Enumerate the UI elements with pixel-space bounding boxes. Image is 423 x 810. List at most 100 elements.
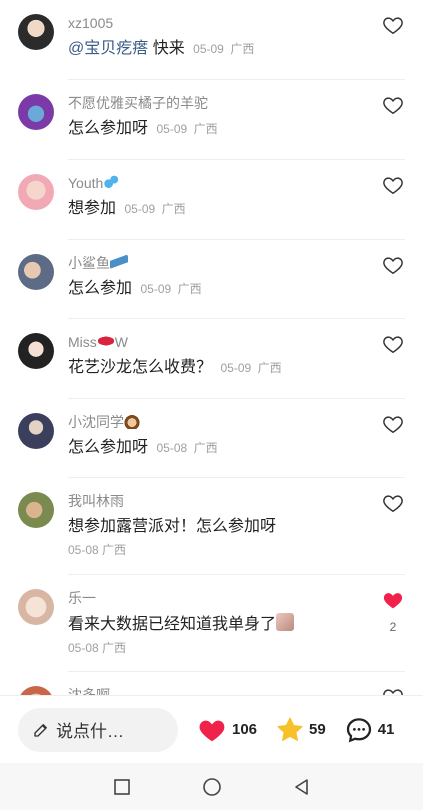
like-button[interactable] [381, 94, 405, 121]
system-navigation-bar [0, 763, 423, 810]
avatar[interactable] [18, 174, 54, 210]
pencil-icon [34, 723, 47, 737]
comment-author[interactable]: xz1005 [68, 14, 365, 32]
comment-region: 广西 [193, 441, 218, 455]
square-icon [113, 778, 130, 795]
avatar[interactable] [18, 413, 54, 449]
comment-region: 广西 [102, 543, 127, 557]
circle-icon [202, 777, 221, 796]
comment-text-body: 怎么参加 [68, 280, 133, 297]
comment-author[interactable]: 沈多啊 [68, 686, 365, 695]
comment-text: @宝贝疙瘩 快来 05-09 广西 [68, 38, 365, 60]
bottom-action-bar: 说点什… 106 59 41 [0, 695, 423, 763]
avatar[interactable] [18, 589, 54, 625]
comment-author[interactable]: 小鲨鱼 [68, 254, 365, 272]
comment-text: 想参加 05-09 广西 [68, 198, 365, 220]
comment-region: 广西 [230, 42, 255, 56]
comment-item: 小鲨鱼 怎么参加 05-09 广西 [0, 240, 423, 319]
like-button[interactable] [381, 413, 405, 440]
comment-text-body: 花艺沙龙怎么收费？ [68, 359, 213, 376]
comment-date: 05-08 [156, 441, 188, 455]
like-post-button[interactable]: 106 [196, 715, 257, 745]
comment-author[interactable]: 不愿优雅买橘子的羊驼 [68, 94, 365, 112]
heart-outline-icon [383, 416, 403, 434]
comment-item: 小沈同学 怎么参加呀 05-08 广西 [0, 399, 423, 478]
avatar[interactable] [18, 333, 54, 369]
avatar[interactable] [18, 492, 54, 528]
comment-button[interactable]: 41 [344, 715, 394, 745]
heart-filled-icon [199, 720, 225, 741]
comment-input[interactable]: 说点什… [18, 707, 178, 752]
comment-item: Miss W 花艺沙龙怎么收费？ 05-09 广西 [0, 319, 423, 399]
comment-region: 广西 [102, 641, 127, 655]
comment-text: 看来大数据已经知道我单身了 [68, 613, 365, 636]
comment-author[interactable]: 我叫林雨 [68, 492, 365, 510]
avatar[interactable] [18, 254, 54, 290]
comment-region: 广西 [161, 202, 186, 216]
recent-apps-button[interactable] [77, 778, 167, 796]
comment-list[interactable]: xz1005 @宝贝疙瘩 快来 05-09 广西 不愿优雅买橘子的羊驼 怎么参加… [0, 0, 423, 695]
comment-text: 花艺沙龙怎么收费？ 05-09 广西 [68, 357, 365, 379]
heart-outline-icon [383, 495, 403, 513]
author-name-text: 小鲨鱼 [68, 255, 110, 271]
comment-author[interactable]: Youth [68, 174, 365, 192]
heart-filled-icon [383, 593, 403, 609]
heart-outline-icon [383, 97, 403, 115]
home-button[interactable] [167, 777, 257, 797]
heart-outline-icon [383, 336, 403, 354]
comment-author[interactable]: Miss W [68, 333, 365, 351]
author-name-text: Youth [68, 175, 104, 191]
like-button[interactable] [381, 14, 405, 41]
avatar[interactable] [18, 94, 54, 130]
comment-item: xz1005 @宝贝疙瘩 快来 05-09 广西 [0, 0, 423, 80]
back-button[interactable] [257, 778, 347, 796]
comment-text-body: 怎么参加呀 [68, 439, 149, 456]
heart-outline-icon [383, 689, 403, 695]
comment-input-placeholder: 说点什… [56, 722, 124, 741]
comment-date: 05-09 [193, 42, 224, 56]
comment-author[interactable]: 乐一 [68, 589, 365, 607]
comment-item: 我叫林雨 想参加露营派对！怎么参加呀 05-08 广西 [0, 478, 423, 575]
mention-link[interactable]: @宝贝疙瘩 [68, 40, 148, 57]
shark-emoji-icon [110, 254, 128, 270]
avatar[interactable] [18, 14, 54, 50]
comment-date: 05-09 [140, 282, 172, 296]
star-filled-icon [277, 717, 303, 741]
comment-text-body: 看来大数据已经知道我单身了 [68, 616, 277, 633]
heart-outline-icon [383, 257, 403, 275]
back-triangle-icon [294, 778, 308, 795]
comment-author[interactable]: 小沈同学 [68, 413, 365, 431]
favorite-count: 59 [309, 721, 326, 738]
comment-date: 05-09 [156, 122, 188, 136]
comment-date: 05-08 [68, 641, 99, 655]
comment-meta: 05-08 广西 [68, 640, 365, 656]
comment-item: 不愿优雅买橘子的羊驼 怎么参加呀 05-09 广西 [0, 80, 423, 160]
author-name-text: Miss [68, 334, 97, 350]
like-button[interactable] [381, 492, 405, 519]
comment-date: 05-09 [220, 361, 252, 375]
comment-date: 05-09 [124, 202, 156, 216]
comment-text-body: 想参加 [68, 200, 117, 217]
like-button[interactable] [381, 686, 405, 695]
comment-region: 广西 [257, 361, 282, 375]
lips-emoji-icon [96, 333, 115, 349]
author-name-text: 小沈同学 [68, 414, 124, 430]
sticker-emoji-icon [276, 613, 295, 631]
like-button[interactable] [381, 174, 405, 201]
avatar[interactable] [18, 686, 54, 695]
like-button[interactable]: 2 [381, 589, 405, 634]
comment-region: 广西 [177, 282, 202, 296]
comment-item: 沈多啊 [0, 672, 423, 695]
droplets-emoji-icon [103, 174, 120, 190]
heart-outline-icon [383, 177, 403, 195]
like-button[interactable] [381, 254, 405, 281]
comment-text-body: 怎么参加呀 [68, 120, 149, 137]
heart-outline-icon [383, 17, 403, 35]
like-count: 2 [389, 620, 397, 634]
comment-meta: 05-08 广西 [68, 542, 365, 558]
comment-text: 怎么参加呀 05-09 广西 [68, 118, 365, 140]
favorite-button[interactable]: 59 [275, 715, 326, 745]
like-count: 106 [232, 721, 258, 738]
like-button[interactable] [381, 333, 405, 360]
comment-date: 05-08 [68, 543, 99, 557]
